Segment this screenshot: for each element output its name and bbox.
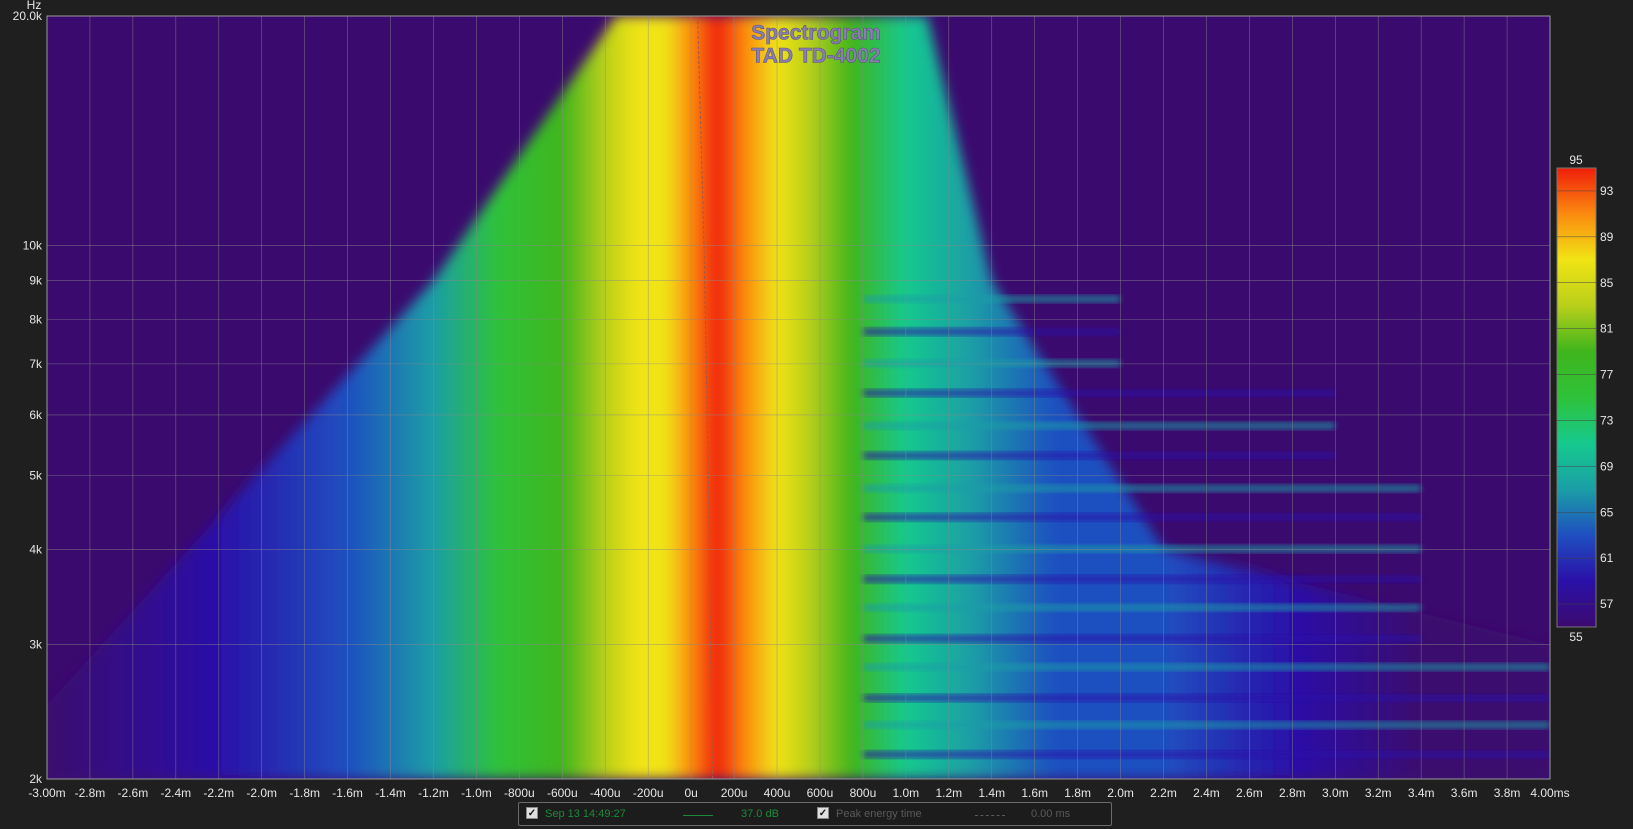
- y-tick-label: 2k: [29, 772, 43, 786]
- x-tick-label: -800u: [504, 786, 535, 800]
- x-tick-label: 4.00ms: [1530, 786, 1569, 800]
- x-tick-label: -2.0m: [246, 786, 277, 800]
- x-tick-label: 600u: [807, 786, 834, 800]
- x-tick-label: 200u: [721, 786, 748, 800]
- decay-band: [862, 452, 1336, 460]
- colorbar-label: 95: [1569, 153, 1583, 167]
- x-tick-label: 1.0m: [893, 786, 920, 800]
- chart-subtitle: TAD TD-4002: [751, 45, 880, 68]
- x-tick-label: 2.2m: [1150, 786, 1177, 800]
- legend-item2-swatch: [975, 815, 1005, 816]
- legend-item2-label: Peak energy time: [836, 808, 922, 820]
- x-tick-label: 2.6m: [1236, 786, 1263, 800]
- x-tick-label: -1.8m: [289, 786, 320, 800]
- x-tick-label: 1.2m: [935, 786, 962, 800]
- x-tick-label: 2.0m: [1107, 786, 1134, 800]
- x-tick-label: -1.2m: [418, 786, 449, 800]
- colorbar-label: 65: [1600, 505, 1614, 519]
- x-tick-label: -2.6m: [118, 786, 149, 800]
- x-tick-label: -2.2m: [203, 786, 234, 800]
- x-tick-label: -3.00m: [28, 786, 65, 800]
- x-tick-label: 1.6m: [1021, 786, 1048, 800]
- chart-title: Spectrogram: [751, 22, 881, 45]
- x-tick-label: -1.6m: [332, 786, 363, 800]
- legend-item1-swatch: [683, 815, 713, 816]
- colorbar-label: 81: [1600, 322, 1614, 336]
- y-tick-label: 7k: [29, 357, 43, 371]
- x-tick-label: -400u: [590, 786, 621, 800]
- y-tick-label: 3k: [29, 638, 43, 652]
- x-tick-label: 1.4m: [978, 786, 1005, 800]
- x-tick-label: -1.0m: [461, 786, 492, 800]
- y-axis-ticks: 2k 3k 4k 5k 6k 7k 8k 9k 10k 20.0k: [13, 9, 43, 786]
- legend-bar: ✓ Sep 13 14:49:27 37.0 dB ✓ Peak energy …: [518, 802, 1112, 826]
- x-tick-label: 1.8m: [1064, 786, 1091, 800]
- decay-band: [862, 575, 1422, 583]
- y-tick-label: 8k: [29, 313, 43, 327]
- y-tick-label: 10k: [23, 239, 43, 253]
- colorbar-label: 61: [1600, 551, 1614, 565]
- legend-item2-value: 0.00 ms: [1031, 808, 1071, 820]
- x-tick-label: 400u: [764, 786, 791, 800]
- decay-band: [862, 604, 1422, 612]
- colorbar-label: 89: [1600, 230, 1614, 244]
- colorbar-label: 55: [1569, 630, 1583, 644]
- decay-band: [862, 422, 1336, 430]
- colorbar-label: 73: [1600, 413, 1614, 427]
- y-tick-label: 9k: [29, 274, 43, 288]
- colorbar-label: 57: [1600, 597, 1614, 611]
- x-tick-label: -1.4m: [375, 786, 406, 800]
- x-tick-label: 3.0m: [1322, 786, 1349, 800]
- colorbar-label: 77: [1600, 368, 1614, 382]
- legend-item1-checkbox[interactable]: ✓: [526, 807, 538, 819]
- x-tick-label: -200u: [633, 786, 664, 800]
- colorbar-label: 85: [1600, 276, 1614, 290]
- x-tick-label: -2.4m: [160, 786, 191, 800]
- decay-band: [862, 545, 1422, 553]
- x-axis-ticks: -3.00m -2.8m -2.6m -2.4m -2.2m -2.0m -1.8m -1.6…: [28, 786, 1569, 800]
- colorbar-label: 93: [1600, 184, 1614, 198]
- legend-item1-label: Sep 13 14:49:27: [545, 808, 626, 820]
- x-tick-label: -2.8m: [75, 786, 106, 800]
- x-tick-label: 3.2m: [1365, 786, 1392, 800]
- decay-band: [862, 484, 1422, 492]
- plot-area: [47, 16, 1550, 779]
- spectrogram-chart: Spectrogram TAD TD-4002 Hz -3.00m -2.8m -2…: [13, 0, 1614, 800]
- y-tick-label: 6k: [29, 408, 43, 422]
- colorbar: 95 93 89 85 81 77 73 69 65 61 57 55: [1556, 153, 1614, 644]
- colorbar-label: 69: [1600, 459, 1614, 473]
- x-tick-label: 3.8m: [1494, 786, 1521, 800]
- y-tick-label: 4k: [29, 542, 43, 556]
- decay-band: [862, 513, 1422, 521]
- legend-item1-value: 37.0 dB: [741, 808, 779, 820]
- legend-item2-checkbox[interactable]: ✓: [817, 807, 829, 819]
- x-tick-label: 3.6m: [1451, 786, 1478, 800]
- x-tick-label: 2.8m: [1279, 786, 1306, 800]
- y-tick-label: 5k: [29, 468, 43, 482]
- decay-band: [862, 389, 1336, 397]
- x-tick-label: 3.4m: [1408, 786, 1435, 800]
- x-tick-label: 2.4m: [1193, 786, 1220, 800]
- x-tick-label: 0u: [684, 786, 697, 800]
- x-tick-label: 800u: [850, 786, 877, 800]
- x-tick-label: -600u: [547, 786, 578, 800]
- decay-band: [862, 635, 1422, 643]
- y-tick-label: 20.0k: [13, 9, 43, 23]
